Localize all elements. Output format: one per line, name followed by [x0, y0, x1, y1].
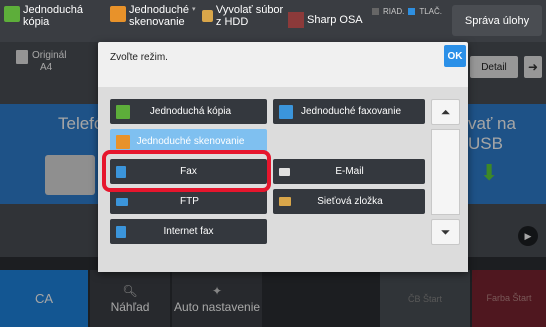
- copy-icon: [116, 104, 130, 119]
- mode-simple-copy[interactable]: Jednoduchá kópia: [110, 99, 267, 124]
- mode-simple-fax[interactable]: Jednoduché faxovanie: [273, 99, 425, 124]
- line-status-label: RIAD.: [383, 7, 405, 16]
- mode-label: Jednoduché faxovanie: [300, 106, 402, 117]
- folder-icon: [202, 10, 213, 22]
- simple-copy-shortcut[interactable]: Jednoduchá kópia: [4, 4, 83, 38]
- mode-label: Internet fax: [163, 226, 214, 237]
- ok-button[interactable]: OK: [444, 45, 466, 67]
- recall-hdd-shortcut[interactable]: Vyvolať súbor z HDD: [202, 4, 286, 38]
- scan-icon: [116, 134, 130, 149]
- dialog-title: Zvoľte režim.: [110, 52, 168, 63]
- sharp-osa-icon: [288, 12, 304, 28]
- ok-label: OK: [447, 50, 463, 62]
- fax-highlight-frame: [102, 150, 271, 192]
- mode-label: Jednoduchá kópia: [149, 106, 232, 117]
- simple-copy-label: Jednoduchá kópia: [23, 4, 83, 28]
- scrollbar-track[interactable]: [431, 129, 460, 215]
- mode-internet-fax[interactable]: Internet fax: [110, 219, 267, 244]
- simple-scan-label: Jednoduché skenovanie: [129, 4, 189, 28]
- copy-icon: [4, 6, 20, 22]
- mode-label: E-Mail: [335, 166, 364, 177]
- top-bar: Jednoduchá kópia Jednoduché skenovanie ▾…: [0, 0, 546, 42]
- scroll-up-button[interactable]: ⏶: [431, 99, 460, 125]
- folder-icon: [279, 197, 291, 206]
- mode-label: Jednoduché skenovanie: [136, 136, 245, 147]
- job-status-label: Správa úlohy: [464, 14, 530, 27]
- mode-label: FTP: [180, 196, 199, 207]
- ftp-icon: [116, 197, 128, 206]
- fax-icon: [279, 104, 293, 119]
- recall-hdd-label: Vyvolať súbor z HDD: [215, 4, 284, 28]
- job-status-button[interactable]: Správa úlohy: [452, 5, 542, 36]
- status-indicators: RIAD. TLAČ.: [372, 7, 442, 16]
- scroll-down-button[interactable]: ⏷: [431, 219, 460, 245]
- sharp-osa-shortcut[interactable]: Sharp OSA: [288, 12, 368, 46]
- mode-ftp[interactable]: FTP: [110, 189, 267, 214]
- internet-fax-icon: [116, 225, 126, 238]
- dropdown-icon: ▾: [191, 6, 196, 13]
- simple-scan-shortcut[interactable]: Jednoduché skenovanie ▾: [110, 4, 195, 38]
- mode-network-folder[interactable]: Sieťová zložka: [273, 189, 425, 214]
- print-status-label: TLAČ.: [419, 7, 443, 16]
- mode-email[interactable]: E-Mail: [273, 159, 425, 184]
- envelope-icon: [279, 167, 290, 176]
- sharp-osa-label: Sharp OSA: [307, 14, 363, 26]
- scan-icon: [110, 6, 126, 22]
- mode-label: Sieťová zložka: [317, 196, 383, 207]
- line-status-icon: [372, 8, 379, 15]
- print-status-icon: [408, 8, 416, 15]
